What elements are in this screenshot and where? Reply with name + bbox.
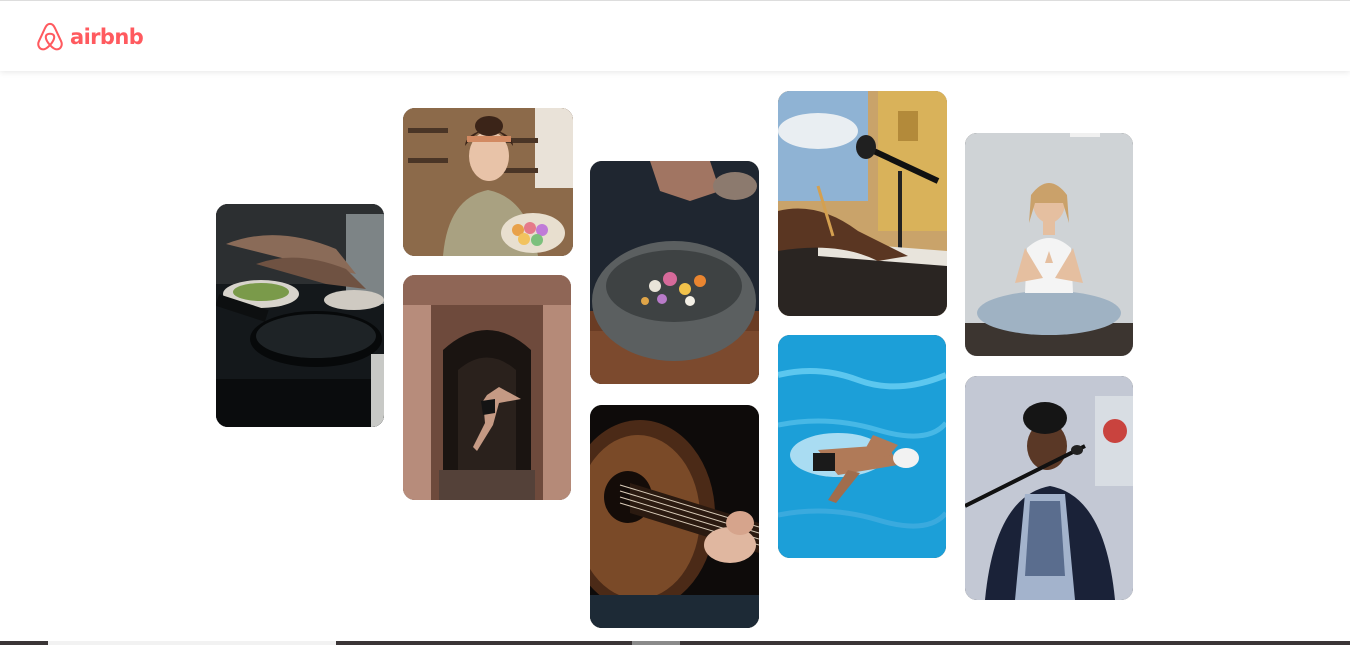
strip-segment [48, 641, 336, 645]
food-bowl-photo [590, 161, 759, 384]
acoustic-guitar-photo [590, 405, 759, 628]
tile-dancer-doorway-photo[interactable] [403, 275, 571, 500]
airbnb-logo-link[interactable]: airbnb [35, 21, 144, 53]
top-header: airbnb [0, 0, 1350, 71]
tile-swimmer-pool-photo[interactable] [778, 335, 946, 558]
bottom-strip [0, 641, 1350, 645]
tile-singer-microphone-photo[interactable] [965, 376, 1133, 600]
brand-name: airbnb [70, 25, 144, 49]
cooking-photo [216, 204, 384, 427]
airbnb-logo-icon [37, 22, 63, 51]
tile-food-bowl-photo[interactable] [590, 161, 759, 384]
singer-microphone-photo [965, 376, 1133, 600]
tile-yoga-meditation-photo[interactable] [965, 133, 1133, 356]
yoga-meditation-photo [965, 133, 1133, 356]
tile-macaron-baker-photo[interactable] [403, 108, 573, 256]
macaron-baker-photo [403, 108, 573, 256]
swimmer-pool-photo [778, 335, 946, 558]
tile-acoustic-guitar-photo[interactable] [590, 405, 759, 628]
strip-segment [632, 641, 680, 645]
dancer-doorway-photo [403, 275, 571, 500]
tile-keyboard-microphone-photo[interactable] [778, 91, 947, 316]
tile-cooking-photo[interactable] [216, 204, 384, 427]
keyboard-microphone-photo [778, 91, 947, 316]
